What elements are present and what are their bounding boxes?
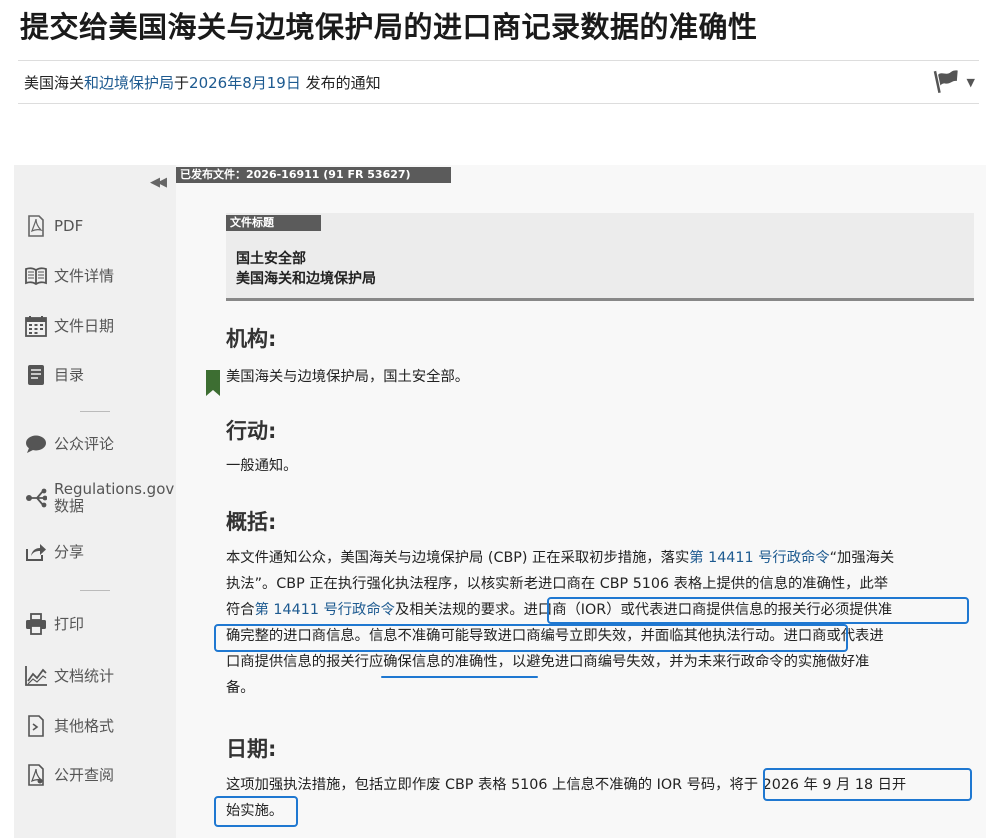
share-icon (24, 540, 48, 564)
agency-heading: 机构: (226, 327, 277, 351)
highlight-box (214, 624, 848, 652)
highlight-box (547, 597, 969, 624)
summary-line: 备。 (226, 680, 255, 696)
action-heading: 行动: (226, 419, 277, 443)
summary-line: 口商提供信息的报关行应确保信息的准确性，以避免进口商编号失效，并为未来行政命令的… (226, 654, 870, 670)
sidebar-item-contents[interactable]: 目录 (24, 363, 84, 387)
sidebar-item-print[interactable]: 打印 (24, 612, 84, 636)
sidebar-item-pdf[interactable]: PDF (24, 214, 83, 238)
sidebar-divider (80, 590, 110, 591)
sidebar-divider (80, 411, 110, 412)
publication-date-link[interactable]: 2026年8月19日 (189, 74, 301, 92)
comment-icon (24, 432, 48, 456)
chevron-down-icon: ▼ (966, 75, 975, 89)
sidebar-item-document-dates[interactable]: 文件日期 (24, 314, 114, 338)
published-document-tag: 已发布文件：2026-16911 (91 FR 53627) (176, 167, 451, 183)
public-inspection-icon (24, 763, 48, 787)
stats-icon (24, 664, 48, 688)
highlight-underline (381, 676, 538, 678)
sidebar-item-document-statistics[interactable]: 文档统计 (24, 664, 114, 688)
dates-heading: 日期: (226, 737, 277, 761)
pdf-icon (24, 214, 48, 238)
flag-menu[interactable]: ▼ (933, 69, 975, 95)
document-title-box: 文件标题 国土安全部 美国海关和边境保护局 (226, 213, 974, 301)
highlight-box (214, 796, 298, 827)
sidebar-item-public-comments[interactable]: 公众评论 (24, 432, 114, 456)
executive-order-link[interactable]: 第 14411 号行政命令 (255, 602, 395, 618)
collapse-sidebar-icon[interactable]: ◀◀ (150, 175, 167, 190)
document-title-tag: 文件标题 (226, 215, 321, 231)
sidebar-item-public-inspection[interactable]: 公开查阅 (24, 763, 114, 787)
sidebar-item-document-details[interactable]: 文件详情 (24, 264, 114, 288)
share-nodes-icon (24, 486, 48, 510)
document-content: 已发布文件：2026-16911 (91 FR 53627) 文件标题 国土安全… (176, 165, 986, 838)
other-formats-icon (24, 714, 48, 738)
agency-bureau: 美国海关和边境保护局 (236, 271, 376, 287)
sidebar-item-share[interactable]: 分享 (24, 540, 84, 564)
sidebar: ◀◀ PDF 文件详情 文件日期 目录 公众评论 Regulations.gov… (14, 165, 176, 838)
book-icon (24, 264, 48, 288)
sidebar-item-regulations-gov[interactable]: Regulations.gov 数据 (24, 481, 174, 515)
highlight-box (763, 768, 972, 801)
agency-department: 国土安全部 (236, 251, 306, 267)
calendar-icon (24, 314, 48, 338)
page-title: 提交给美国海关与边境保护局的进口商记录数据的准确性 (20, 10, 758, 44)
executive-order-link[interactable]: 第 14411 号行政命令 (689, 550, 829, 566)
summary-line: 本文件通知公众，美国海关与边境保护局 (CBP) 正在采取初步措施，落实第 14… (226, 550, 895, 566)
action-text: 一般通知。 (226, 458, 298, 474)
summary-line: 执法”。CBP 正在执行强化执法程序，以核实新老进口商在 CBP 5106 表格… (226, 576, 889, 592)
sidebar-item-other-formats[interactable]: 其他格式 (24, 714, 114, 738)
publication-bar: 美国海关和边境保护局于2026年8月19日 发布的通知 ▼ (18, 60, 979, 104)
publication-info: 美国海关和边境保护局于2026年8月19日 发布的通知 (24, 74, 381, 92)
print-icon (24, 612, 48, 636)
flag-icon (933, 70, 958, 93)
agency-text: 美国海关与边境保护局，国土安全部。 (226, 369, 470, 385)
toc-icon (24, 363, 48, 387)
bookmark-icon[interactable] (206, 370, 220, 400)
agency-link[interactable]: 和边境保护局 (84, 74, 174, 92)
summary-heading: 概括: (226, 510, 277, 534)
